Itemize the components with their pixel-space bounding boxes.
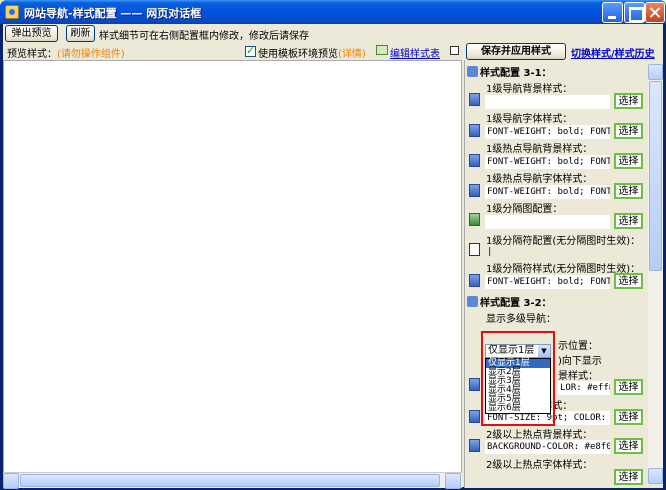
edit-pencil-icon [469, 243, 480, 256]
template-env-text: 使用模板环境预览 [258, 49, 338, 60]
scroll-up-button[interactable] [648, 64, 663, 80]
field-label: 1级分隔图配置： [486, 204, 563, 215]
title-bar[interactable]: 网站导航-样式配置 —— 网页对话框 [0, 0, 666, 24]
select-button[interactable]: 选择 [614, 438, 643, 454]
scroll-thumb[interactable] [20, 474, 440, 487]
chevron-down-icon[interactable]: ▼ [538, 345, 550, 357]
field-value-input[interactable]: FONT-WEIGHT: bold; FONT-SIZE: 9pt [485, 185, 610, 199]
save-apply-button[interactable]: 保存并应用样式 [466, 43, 566, 60]
select-button[interactable]: 选择 [614, 379, 643, 395]
edit-stylesheet-link[interactable]: 编辑样式表 [390, 45, 440, 60]
preview-label-text: 预览样式： [7, 49, 57, 60]
config-icon [467, 296, 478, 307]
window-title: 网站导航-样式配置 —— 网页对话框 [24, 7, 202, 20]
style-field-icon [469, 378, 480, 391]
style-field-icon [469, 410, 480, 423]
select-button[interactable]: 选择 [614, 409, 643, 425]
field-label: 2级以上热点字体样式： [486, 460, 593, 471]
field-value-input[interactable]: | [485, 245, 610, 259]
preview-warning: (请勿操作组件) [57, 49, 125, 60]
field-value-input[interactable]: FONT-WEIGHT: bold; FONT-SIZE: 9pt [485, 275, 610, 289]
preview-pane[interactable] [3, 60, 462, 488]
style-field-icon [469, 93, 480, 106]
dialog-body: 弹出预览 刷新 样式细节可在右侧配置框内修改，修改后请保存 预览样式：(请勿操作… [3, 24, 663, 489]
multi-level-options: 仅显示1层 显示2层 显示3层 显示4层 显示5层 显示6层 [485, 358, 551, 414]
field-label: 2级以上热点背景样式： [486, 430, 593, 441]
style-field-icon [469, 274, 480, 287]
scroll-thumb[interactable] [649, 81, 662, 271]
select-button[interactable]: 选择 [614, 213, 643, 229]
panel-vertical-scrollbar[interactable] [648, 64, 663, 484]
select-button[interactable]: 选择 [614, 153, 643, 169]
expand-box-icon[interactable] [450, 46, 459, 55]
switch-history-link[interactable]: 切换样式/样式历史 [571, 45, 655, 60]
section-3-1-header: 样式配置 3-1： [467, 64, 552, 79]
field-label: 1级导航背景样式： [486, 84, 573, 95]
stylesheet-icon [376, 45, 388, 55]
template-env-label: 使用模板环境预览(详情) [258, 45, 366, 60]
field-label: 1级热点导航背景样式： [486, 144, 593, 155]
field-value-input[interactable] [485, 95, 610, 109]
style-field-icon [469, 154, 480, 167]
refresh-button[interactable]: 刷新 [66, 25, 95, 42]
section-3-2-header: 样式配置 3-2： [467, 294, 552, 309]
field-value-input[interactable]: FONT-WEIGHT: bold; FONT-SIZE: 9pt [485, 125, 610, 139]
field-label: 1级导航字体样式： [486, 114, 573, 125]
dialog-window: 网站导航-样式配置 —— 网页对话框 弹出预览 刷新 样式细节可在右侧配置框内修… [0, 0, 666, 490]
scroll-left-button[interactable] [3, 473, 19, 489]
preview-style-label: 预览样式：(请勿操作组件) [7, 45, 125, 60]
section-3-1-title: 样式配置 3-1： [480, 68, 552, 79]
template-env-checkbox[interactable] [245, 44, 256, 57]
select-button[interactable]: 选择 [614, 469, 643, 485]
style-field-icon [469, 439, 480, 452]
close-button[interactable] [645, 2, 665, 23]
select-button[interactable]: 选择 [614, 123, 643, 139]
selected-value: 仅显示1层 [488, 345, 535, 356]
field-value-input[interactable]: FONT-WEIGHT: bold; FONT-SIZE: 9pt [485, 155, 610, 169]
preview-horizontal-scrollbar[interactable] [3, 472, 462, 489]
field-value-input[interactable]: BACKGROUND-COLOR: #e8f0f [485, 440, 610, 454]
app-icon [5, 5, 19, 19]
select-button[interactable]: 选择 [614, 273, 643, 289]
down-display-label: )向下显示 [558, 356, 602, 367]
popup-preview-button[interactable]: 弹出预览 [5, 25, 58, 42]
field-label: 1级热点导航字体样式： [486, 174, 593, 185]
maximize-button[interactable] [624, 2, 645, 23]
bg-style-label: 景样式： [558, 371, 598, 382]
image-field-icon [469, 213, 480, 226]
style-field-icon [469, 184, 480, 197]
select-button[interactable]: 选择 [614, 93, 643, 109]
option-level-6[interactable]: 显示6层 [486, 404, 550, 413]
select-button[interactable]: 选择 [614, 183, 643, 199]
position-label: 示位置： [558, 341, 598, 352]
multi-level-label: 显示多级导航： [486, 314, 556, 325]
scroll-right-button[interactable] [445, 473, 461, 489]
details-link[interactable]: (详情) [338, 49, 366, 60]
style-field-icon [469, 124, 480, 137]
section-3-2-title: 样式配置 3-2： [480, 298, 552, 309]
field-value-input[interactable] [485, 215, 610, 229]
config-icon [467, 66, 478, 77]
hint-text: 样式细节可在右侧配置框内修改，修改后请保存 [99, 31, 309, 42]
scroll-down-button[interactable] [648, 468, 663, 484]
field-value-input[interactable]: LOR: #eff8f [558, 381, 610, 395]
minimize-button[interactable] [602, 2, 623, 23]
multi-level-select[interactable]: 仅显示1层 ▼ [485, 344, 551, 358]
